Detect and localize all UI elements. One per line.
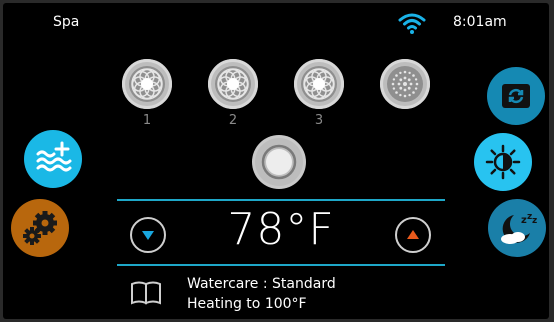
screen-title: Spa [53,14,80,30]
pump-1-button[interactable] [122,59,172,109]
pump-3-label: 3 [314,113,324,128]
heat-button[interactable] [24,130,82,188]
sleep-mode-icon: z z z [501,212,537,244]
blower-button[interactable] [380,59,430,109]
status-info: Watercare : Standard Heating to 100°F [187,274,336,314]
light-button[interactable] [474,133,532,191]
temp-down-icon [142,231,154,240]
top-divider [117,199,445,201]
pump-3-button[interactable] [294,59,344,109]
jet-pump-icon [301,66,337,102]
bottom-divider [117,264,445,266]
watercare-status: Watercare : Standard [187,276,336,292]
flip-screen-icon [502,84,530,108]
book-icon[interactable] [129,279,163,307]
settings-gears-icon [23,211,57,245]
blower-icon [387,66,423,102]
spa-control-screen: Spa 8:01am 1 2 3 z z z 78°F Watercare: … [3,3,549,319]
settings-button[interactable] [11,199,69,257]
jet-pump-icon [129,66,165,102]
light-brightness-icon [485,144,521,180]
temperature-value: 78°F [227,204,335,255]
svg-text:z: z [532,216,537,226]
center-toggle-button[interactable] [252,135,306,189]
temp-down-button[interactable] [130,217,166,253]
wifi-icon [397,11,427,35]
circle-button-icon [255,138,303,186]
temp-up-icon [407,230,419,239]
temp-up-button[interactable] [395,217,431,253]
heat-water-icon [36,141,72,172]
pump-2-label: 2 [228,113,238,128]
pump-1-label: 1 [142,113,152,128]
jet-pump-icon [215,66,251,102]
clock-time: 8:01am [453,14,507,30]
pump-2-button[interactable] [208,59,258,109]
heating-status: Heating to 100°F [187,296,307,312]
sleep-button[interactable]: z z z [488,199,546,257]
flip-screen-button[interactable] [487,67,545,125]
